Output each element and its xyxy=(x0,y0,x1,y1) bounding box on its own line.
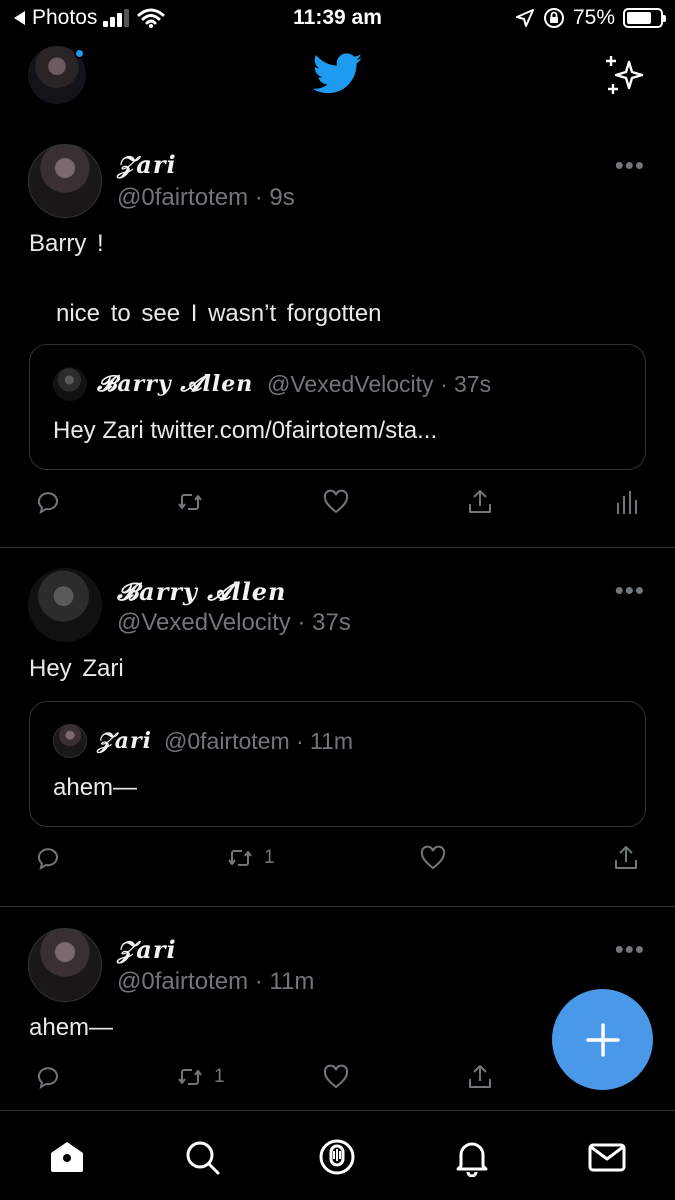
bottom-tab-bar xyxy=(0,1110,675,1200)
search-icon xyxy=(186,1141,220,1175)
retweet-icon xyxy=(178,1069,202,1085)
tweet-text-line1: ahem— xyxy=(29,1014,114,1041)
retweet-count: 1 xyxy=(214,1066,225,1087)
handle-text: @0fairtotem xyxy=(117,968,249,995)
share-button[interactable] xyxy=(466,1057,494,1097)
tweet-time: · 11m xyxy=(254,968,315,995)
reply-button[interactable] xyxy=(34,1057,62,1097)
plus-icon xyxy=(585,1022,620,1057)
retweet-button[interactable]: 1 xyxy=(176,1057,225,1097)
like-button[interactable] xyxy=(322,1057,350,1097)
tab-notifications[interactable] xyxy=(450,1135,494,1179)
share-icon xyxy=(469,1065,491,1088)
compose-tweet-button[interactable] xyxy=(552,989,653,1090)
author-name[interactable]: 𝒵ari xyxy=(117,935,177,964)
notifications-icon xyxy=(456,1142,488,1177)
author-handle: @0fairtotem · 11m xyxy=(117,968,314,996)
spaces-icon xyxy=(319,1139,355,1175)
more-options-icon[interactable]: ••• xyxy=(615,934,645,965)
home-icon xyxy=(51,1142,83,1172)
tab-messages[interactable] xyxy=(585,1135,629,1179)
reply-icon xyxy=(38,1067,58,1090)
tab-home[interactable] xyxy=(45,1135,89,1179)
avatar[interactable] xyxy=(28,928,102,1002)
tweet-3[interactable]: 𝒵ari @0fairtotem · 11m ••• ahem— 1 xyxy=(0,0,675,1110)
tab-search[interactable] xyxy=(180,1135,224,1179)
tab-spaces[interactable] xyxy=(315,1135,359,1179)
messages-icon xyxy=(588,1143,626,1172)
heart-icon xyxy=(323,1064,349,1089)
